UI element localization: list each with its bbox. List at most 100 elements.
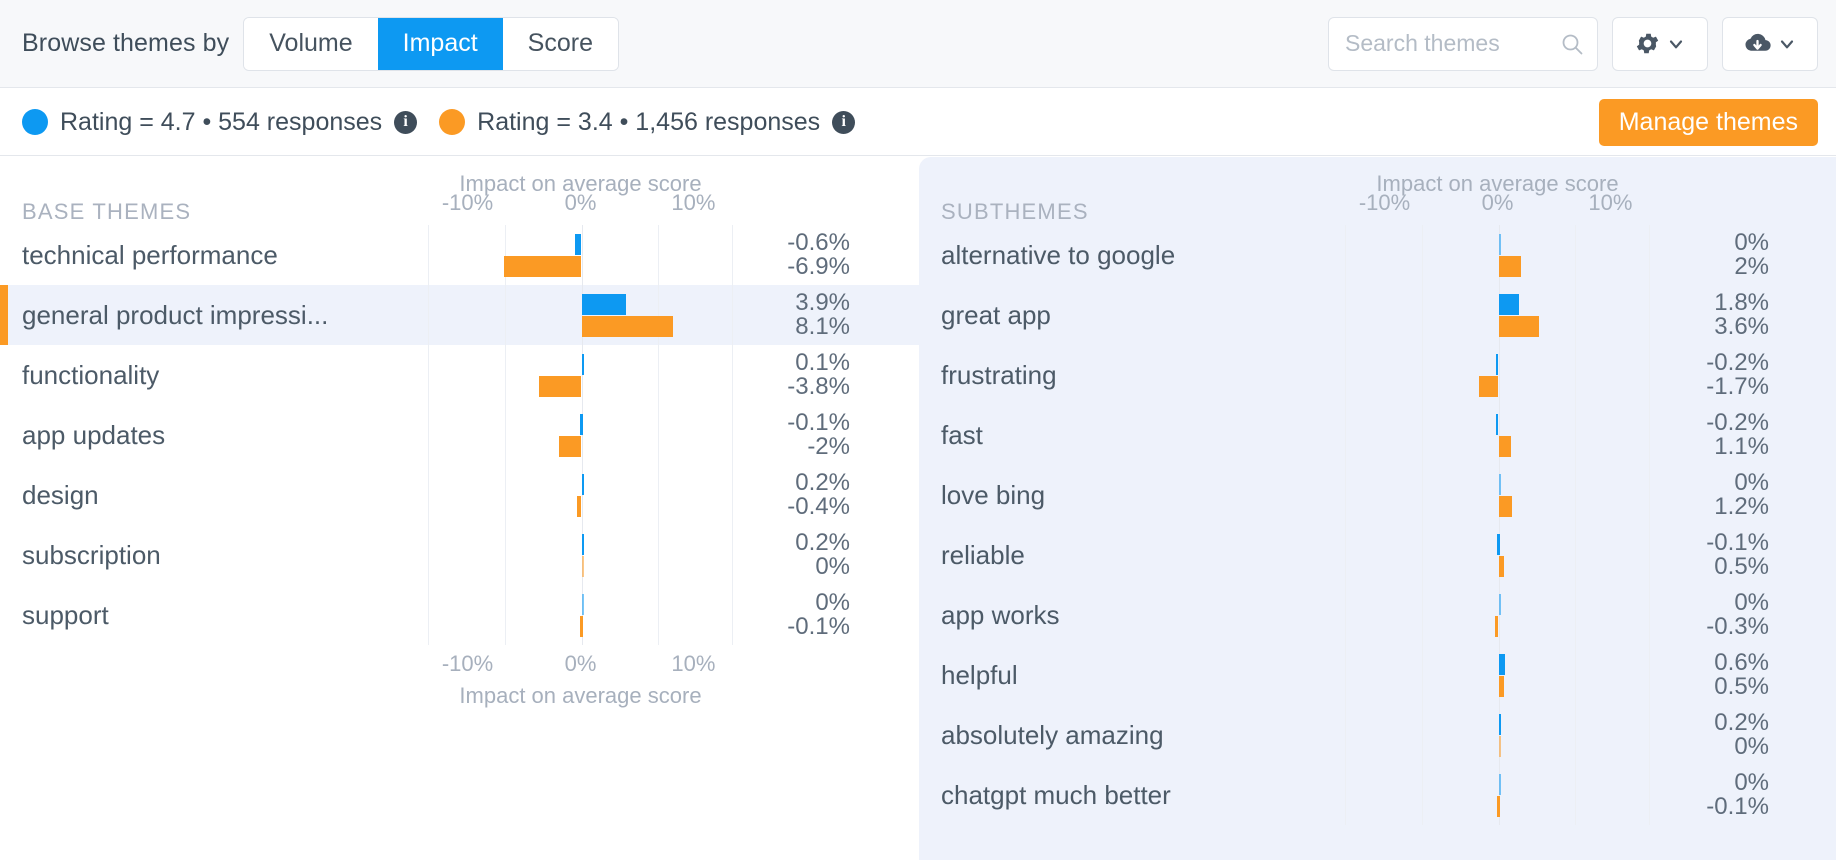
search-icon xyxy=(1560,32,1584,56)
gridline xyxy=(1422,585,1423,645)
gridline xyxy=(1422,465,1423,525)
table-row[interactable]: alternative to google 0% 2% xyxy=(919,225,1836,285)
bar-high-rating[interactable] xyxy=(580,414,583,435)
bar-plot-cell xyxy=(1345,285,1650,345)
bar-low-rating[interactable] xyxy=(1479,376,1499,397)
bar-plot-cell xyxy=(428,405,733,465)
value-low-rating: -1.7% xyxy=(1706,373,1769,400)
bar-low-rating[interactable] xyxy=(1495,616,1499,637)
gridline xyxy=(1422,765,1423,825)
bar-high-rating[interactable] xyxy=(581,594,584,615)
bar-low-rating[interactable] xyxy=(581,556,584,577)
bar-plot-cell xyxy=(1345,525,1650,585)
table-row[interactable]: helpful 0.6% 0.5% xyxy=(919,645,1836,705)
bar-low-rating[interactable] xyxy=(503,256,582,277)
table-row[interactable]: functionality 0.1% -3.8% xyxy=(0,345,919,405)
bar-low-rating[interactable] xyxy=(576,496,582,517)
table-row[interactable]: subscription 0.2% 0% xyxy=(0,525,919,585)
bar-low-rating[interactable] xyxy=(1498,676,1505,697)
bar-plot-cell xyxy=(428,525,733,585)
table-row[interactable]: support 0% -0.1% xyxy=(0,585,919,645)
gridline xyxy=(1575,225,1576,285)
table-row[interactable]: reliable -0.1% 0.5% xyxy=(919,525,1836,585)
subthemes-panel: Impact on average score SUBTHEMES -10% 0% 10… xyxy=(919,157,1836,860)
value-high-rating: -0.6% xyxy=(787,229,850,256)
impact-values: 3.9% 8.1% xyxy=(745,291,850,339)
impact-values: 1.8% 3.6% xyxy=(1664,291,1769,339)
bar-low-rating[interactable] xyxy=(558,436,582,457)
table-row[interactable]: love bing 0% 1.2% xyxy=(919,465,1836,525)
bar-low-rating[interactable] xyxy=(1498,736,1501,757)
bar-high-rating[interactable] xyxy=(1496,354,1499,375)
bar-high-rating[interactable] xyxy=(581,534,584,555)
table-row[interactable]: app works 0% -0.3% xyxy=(919,585,1836,645)
table-row[interactable]: general product impressi... 3.9% 8.1% xyxy=(0,285,919,345)
table-row[interactable]: design 0.2% -0.4% xyxy=(0,465,919,525)
bar-high-rating[interactable] xyxy=(1498,594,1501,615)
bar-high-rating[interactable] xyxy=(1496,414,1499,435)
bar-plot-cell xyxy=(428,465,733,525)
x-axis-tick: -10% xyxy=(441,651,494,676)
bar-high-rating[interactable] xyxy=(1498,474,1501,495)
value-high-rating: 3.9% xyxy=(795,289,850,316)
settings-dropdown-button[interactable] xyxy=(1612,16,1708,71)
table-row[interactable]: frustrating -0.2% -1.7% xyxy=(919,345,1836,405)
impact-values: -0.2% 1.1% xyxy=(1664,411,1769,459)
gridline xyxy=(1422,225,1423,285)
browse-mode-segmented-control[interactable]: Volume Impact Score xyxy=(243,16,619,71)
bar-high-rating[interactable] xyxy=(1498,654,1506,675)
themes-panels: Impact on average score BASE THEMES -10% 0%… xyxy=(0,157,1836,860)
zero-baseline xyxy=(582,225,583,285)
value-high-rating: 0% xyxy=(815,589,850,616)
tab-volume[interactable]: Volume xyxy=(244,17,378,70)
theme-name: app updates xyxy=(22,419,166,450)
zero-baseline xyxy=(1499,345,1500,405)
bar-low-rating[interactable] xyxy=(538,376,582,397)
value-high-rating: -0.1% xyxy=(787,409,850,436)
bar-high-rating[interactable] xyxy=(581,474,584,495)
bar-high-rating[interactable] xyxy=(1498,714,1501,735)
bar-high-rating[interactable] xyxy=(1498,294,1519,315)
bar-high-rating[interactable] xyxy=(581,294,626,315)
search-input[interactable] xyxy=(1329,17,1597,70)
table-row[interactable]: technical performance -0.6% -6.9% xyxy=(0,225,919,285)
chevron-down-icon xyxy=(1777,34,1797,54)
bar-high-rating[interactable] xyxy=(1497,534,1500,555)
bar-low-rating[interactable] xyxy=(1497,796,1500,817)
manage-themes-button[interactable]: Manage themes xyxy=(1598,98,1818,146)
search-themes-box[interactable] xyxy=(1328,16,1598,71)
theme-rows: technical performance -0.6% -6.9% general p… xyxy=(0,225,919,645)
bar-low-rating[interactable] xyxy=(1498,436,1511,457)
bar-low-rating[interactable] xyxy=(1498,256,1522,277)
gridline xyxy=(1575,585,1576,645)
x-axis-tick: 10% xyxy=(1588,190,1633,215)
bar-high-rating[interactable] xyxy=(574,234,582,255)
bar-low-rating[interactable] xyxy=(580,616,583,637)
value-low-rating: 2% xyxy=(1734,253,1769,280)
bar-low-rating[interactable] xyxy=(1498,496,1513,517)
impact-values: 0% -0.1% xyxy=(1664,771,1769,819)
x-axis-tick: -10% xyxy=(1358,190,1411,215)
bar-low-rating[interactable] xyxy=(1498,316,1540,337)
bar-high-rating[interactable] xyxy=(1498,774,1501,795)
tab-impact[interactable]: Impact xyxy=(377,17,503,70)
tab-score[interactable]: Score xyxy=(502,17,618,70)
browse-themes-label: Browse themes by xyxy=(22,29,230,57)
value-low-rating: -2% xyxy=(807,433,850,460)
table-row[interactable]: chatgpt much better 0% -0.1% xyxy=(919,765,1836,825)
table-row[interactable]: absolutely amazing 0.2% 0% xyxy=(919,705,1836,765)
bar-high-rating[interactable] xyxy=(1498,234,1501,255)
table-row[interactable]: fast -0.2% 1.1% xyxy=(919,405,1836,465)
bar-low-rating[interactable] xyxy=(581,316,673,337)
gridline xyxy=(1575,345,1576,405)
chart-axis-title: Impact on average score xyxy=(459,683,702,708)
info-icon[interactable]: i xyxy=(832,110,856,134)
download-dropdown-button[interactable] xyxy=(1722,16,1818,71)
bar-low-rating[interactable] xyxy=(1498,556,1505,577)
gridline xyxy=(505,405,506,465)
table-row[interactable]: great app 1.8% 3.6% xyxy=(919,285,1836,345)
info-icon[interactable]: i xyxy=(394,110,418,134)
gridline xyxy=(1575,525,1576,585)
table-row[interactable]: app updates -0.1% -2% xyxy=(0,405,919,465)
bar-high-rating[interactable] xyxy=(581,354,584,375)
